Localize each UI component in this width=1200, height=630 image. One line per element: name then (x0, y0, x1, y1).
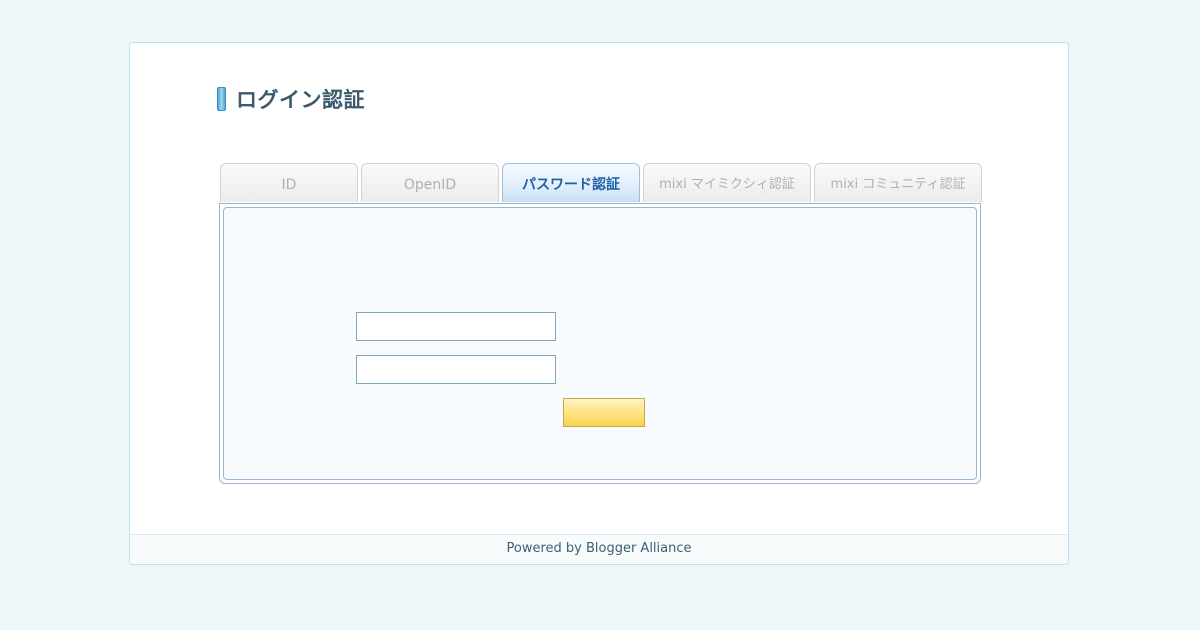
page-title: ログイン認証 (236, 88, 365, 112)
auth-panel (219, 203, 981, 484)
username-input[interactable] (356, 312, 556, 341)
password-input[interactable] (356, 355, 556, 384)
tab-mixi-community-auth[interactable]: mixi コミュニティ認証 (814, 163, 982, 202)
login-submit-button[interactable] (563, 398, 645, 427)
tab-mixi-mymixi-auth[interactable]: mixi マイミクシィ認証 (643, 163, 811, 202)
footer-credit: Powered by Blogger Alliance (130, 534, 1068, 564)
tab-id[interactable]: ID (220, 163, 358, 202)
tab-openid[interactable]: OpenID (361, 163, 499, 202)
auth-panel-inner (223, 207, 977, 480)
page-header: ログイン認証 (217, 85, 365, 113)
login-card: ログイン認証 ID OpenID パスワード認証 mixi マイミクシィ認証 m… (129, 42, 1069, 565)
tab-password-auth[interactable]: パスワード認証 (502, 163, 640, 202)
title-marker-icon (217, 87, 226, 111)
